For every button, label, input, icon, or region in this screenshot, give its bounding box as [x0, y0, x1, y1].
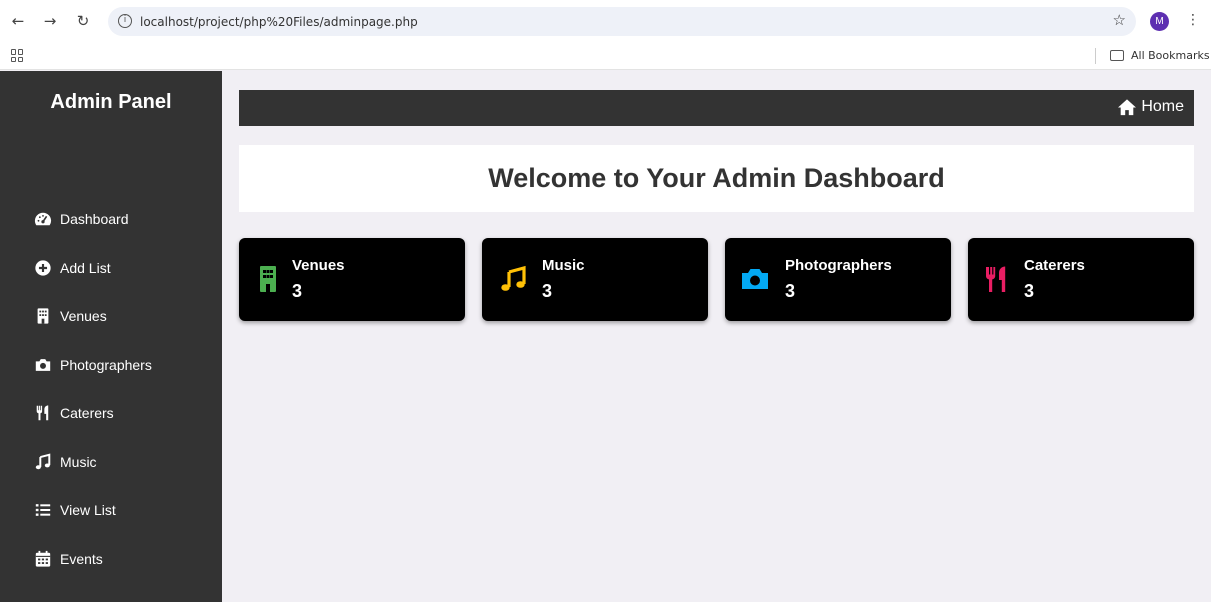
camera-icon: [34, 356, 52, 374]
bookmark-star-icon[interactable]: ☆: [1113, 11, 1126, 29]
sidebar-item-music[interactable]: Music: [34, 450, 97, 474]
bookmarks-bar: All Bookmarks: [0, 42, 1211, 70]
sidebar-item-label: Events: [60, 551, 103, 567]
sidebar-item-label: Caterers: [60, 405, 114, 421]
stat-card-music[interactable]: Music 3: [482, 238, 708, 321]
camera-icon: [740, 264, 770, 294]
home-icon: [1117, 98, 1137, 116]
sidebar: Admin Panel Dashboard Add List Venues Ph…: [0, 71, 222, 602]
home-link-label: Home: [1141, 98, 1184, 115]
home-link[interactable]: Home: [1117, 98, 1184, 116]
sidebar-item-label: Photographers: [60, 357, 152, 373]
bookmarks-divider: [1095, 48, 1096, 64]
card-count: 3: [542, 281, 553, 301]
sidebar-item-events[interactable]: Events: [34, 547, 103, 571]
browser-toolbar: ← → ↻ i localhost/project/php%20Files/ad…: [0, 0, 1211, 42]
card-label: Music: [542, 257, 585, 274]
building-icon: [253, 264, 283, 294]
sidebar-item-dashboard[interactable]: Dashboard: [34, 207, 129, 231]
sidebar-item-venues[interactable]: Venues: [34, 304, 107, 328]
utensils-icon: [34, 404, 52, 422]
forward-arrow-icon[interactable]: →: [40, 11, 60, 31]
sidebar-title: Admin Panel: [50, 91, 172, 113]
welcome-banner: Welcome to Your Admin Dashboard: [239, 145, 1194, 212]
stat-card-caterers[interactable]: Caterers 3: [968, 238, 1194, 321]
sidebar-item-add-list[interactable]: Add List: [34, 256, 111, 280]
folder-icon[interactable]: [1110, 50, 1124, 61]
music-icon: [498, 264, 528, 294]
sidebar-item-view-list[interactable]: View List: [34, 498, 116, 522]
gauge-icon: [34, 210, 52, 228]
sidebar-item-label: View List: [60, 502, 116, 518]
card-count: 3: [785, 281, 796, 301]
reload-icon[interactable]: ↻: [73, 11, 93, 31]
list-icon: [34, 501, 52, 519]
apps-grid-icon[interactable]: [11, 49, 24, 62]
sidebar-item-photographers[interactable]: Photographers: [34, 353, 152, 377]
address-url[interactable]: localhost/project/php%20Files/adminpage.…: [140, 15, 418, 29]
stat-card-photographers[interactable]: Photographers 3: [725, 238, 951, 321]
sidebar-item-caterers[interactable]: Caterers: [34, 401, 114, 425]
card-count: 3: [1024, 281, 1035, 301]
profile-avatar[interactable]: M: [1150, 12, 1169, 31]
calendar-icon: [34, 550, 52, 568]
card-count: 3: [292, 281, 303, 301]
browser-menu-icon[interactable]: ⋮: [1186, 12, 1200, 28]
building-icon: [34, 307, 52, 325]
sidebar-item-label: Venues: [60, 308, 107, 324]
stat-card-venues[interactable]: Venues 3: [239, 238, 465, 321]
top-navbar: Home: [239, 90, 1194, 126]
card-label: Venues: [292, 257, 345, 274]
plus-circle-icon: [34, 259, 52, 277]
sidebar-item-label: Dashboard: [60, 211, 129, 227]
music-icon: [34, 453, 52, 471]
card-label: Caterers: [1024, 257, 1085, 274]
back-arrow-icon[interactable]: ←: [8, 11, 28, 31]
all-bookmarks-link[interactable]: All Bookmarks: [1131, 49, 1210, 62]
address-bar[interactable]: i localhost/project/php%20Files/adminpag…: [108, 7, 1136, 36]
page-title: Welcome to Your Admin Dashboard: [488, 163, 945, 193]
sidebar-item-label: Add List: [60, 260, 111, 276]
site-info-icon[interactable]: i: [118, 14, 132, 28]
card-label: Photographers: [785, 257, 892, 274]
sidebar-item-label: Music: [60, 454, 97, 470]
utensils-icon: [982, 264, 1012, 294]
